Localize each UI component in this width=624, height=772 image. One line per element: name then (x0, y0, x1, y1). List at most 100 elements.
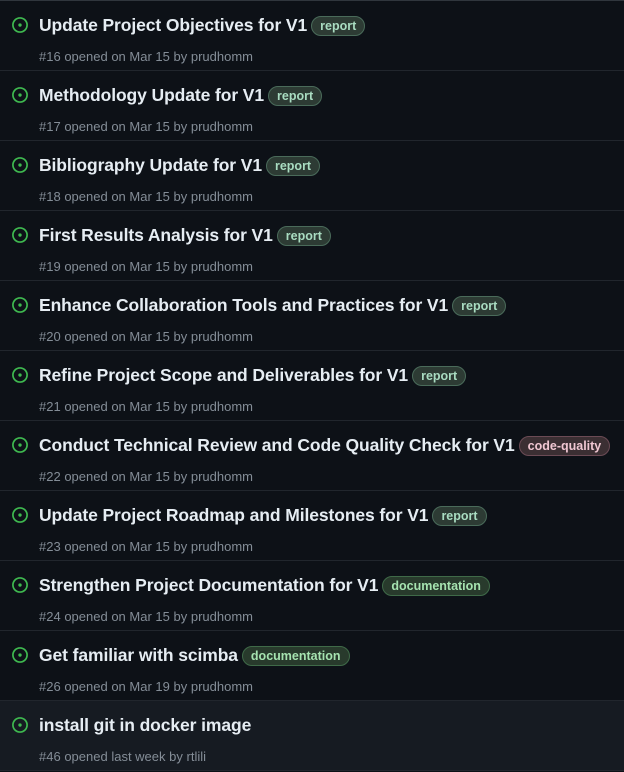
issue-by-text: by (173, 189, 188, 204)
issue-opened-text: opened on Mar 15 (64, 49, 170, 64)
issue-row[interactable]: Strengthen Project Documentation for V1 … (0, 561, 624, 631)
issue-title-line: Refine Project Scope and Deliverables fo… (39, 365, 616, 386)
issue-opened-text: opened on Mar 15 (64, 539, 170, 554)
issue-opened-icon (11, 716, 29, 734)
issue-title-line: Conduct Technical Review and Code Qualit… (39, 435, 616, 456)
issue-title-line: Strengthen Project Documentation for V1 … (39, 575, 616, 596)
issue-number: #22 (39, 469, 61, 484)
issue-opened-text: opened on Mar 15 (64, 329, 170, 344)
issue-author-link[interactable]: prudhomm (191, 469, 253, 484)
issue-author-link[interactable]: prudhomm (191, 329, 253, 344)
issue-author-link[interactable]: prudhomm (191, 399, 253, 414)
issue-opened-icon (11, 436, 29, 454)
issue-row[interactable]: Bibliography Update for V1 report #18 op… (0, 141, 624, 211)
issue-label[interactable]: report (276, 225, 331, 246)
issue-author-link[interactable]: prudhomm (191, 679, 253, 694)
issue-title-link[interactable]: Update Project Roadmap and Milestones fo… (39, 505, 429, 526)
issue-title-line: Methodology Update for V1 report (39, 85, 616, 106)
issue-meta: #21 opened on Mar 15 by prudhomm (39, 399, 253, 414)
issue-title-link[interactable]: Enhance Collaboration Tools and Practice… (39, 295, 448, 316)
issue-by-text: by (173, 679, 188, 694)
issue-meta: #20 opened on Mar 15 by prudhomm (39, 329, 253, 344)
issue-title-link[interactable]: install git in docker image (39, 715, 251, 736)
issue-opened-icon (11, 16, 29, 34)
issue-by-text: by (173, 329, 188, 344)
issue-label[interactable]: report (452, 295, 507, 316)
issue-meta: #16 opened on Mar 15 by prudhomm (39, 49, 253, 64)
issue-opened-icon (11, 576, 29, 594)
issue-number: #26 (39, 679, 61, 694)
issue-by-text: by (173, 609, 188, 624)
issue-row[interactable]: First Results Analysis for V1 report #19… (0, 211, 624, 281)
issue-title-link[interactable]: Refine Project Scope and Deliverables fo… (39, 365, 408, 386)
issue-row[interactable]: Refine Project Scope and Deliverables fo… (0, 351, 624, 421)
issue-author-link[interactable]: prudhomm (191, 259, 253, 274)
issue-label[interactable]: documentation (382, 575, 490, 596)
issue-by-text: by (173, 399, 188, 414)
issue-label[interactable]: code-quality (518, 435, 611, 456)
issue-row[interactable]: Update Project Roadmap and Milestones fo… (0, 491, 624, 561)
issue-opened-text: opened on Mar 15 (64, 259, 170, 274)
issue-title-link[interactable]: Conduct Technical Review and Code Qualit… (39, 435, 515, 456)
issue-opened-icon (11, 506, 29, 524)
issue-author-link[interactable]: rtlili (187, 749, 207, 764)
issue-title-line: Update Project Roadmap and Milestones fo… (39, 505, 616, 526)
issue-by-text: by (173, 119, 188, 134)
issue-label[interactable]: documentation (241, 645, 350, 666)
issue-opened-text: opened on Mar 15 (64, 609, 170, 624)
issue-number: #23 (39, 539, 61, 554)
issue-title-line: install git in docker image (39, 715, 616, 736)
issue-number: #16 (39, 49, 61, 64)
issue-opened-icon (11, 366, 29, 384)
issue-label[interactable]: report (265, 155, 321, 176)
issue-row[interactable]: Methodology Update for V1 report #17 ope… (0, 71, 624, 141)
issue-opened-text: opened last week (64, 749, 166, 764)
issue-row[interactable]: Enhance Collaboration Tools and Practice… (0, 281, 624, 351)
issue-number: #21 (39, 399, 61, 414)
issue-label[interactable]: report (412, 365, 467, 386)
issue-row[interactable]: install git in docker image #46 opened l… (0, 701, 624, 771)
issue-number: #20 (39, 329, 61, 344)
issue-list: Update Project Objectives for V1 report … (0, 0, 624, 772)
issue-label[interactable]: report (311, 15, 366, 36)
issue-title-link[interactable]: First Results Analysis for V1 (39, 225, 273, 246)
issue-title-link[interactable]: Update Project Objectives for V1 (39, 15, 307, 36)
issue-row[interactable]: Get familiar with scimba documentation #… (0, 631, 624, 701)
issue-opened-text: opened on Mar 15 (64, 399, 170, 414)
issue-label[interactable]: report (268, 85, 323, 106)
issue-opened-icon (11, 296, 29, 314)
issue-by-text: by (169, 749, 183, 764)
issue-title-line: Bibliography Update for V1 report (39, 155, 616, 176)
issue-row[interactable]: Conduct Technical Review and Code Qualit… (0, 421, 624, 491)
issue-opened-icon (11, 646, 29, 664)
issue-author-link[interactable]: prudhomm (191, 119, 253, 134)
issue-title-line: Update Project Objectives for V1 report (39, 15, 616, 36)
issue-meta: #24 opened on Mar 15 by prudhomm (39, 609, 253, 624)
issue-number: #19 (39, 259, 61, 274)
issue-by-text: by (173, 259, 188, 274)
issue-author-link[interactable]: prudhomm (191, 609, 253, 624)
issue-meta: #46 opened last week by rtlili (39, 749, 206, 764)
issue-meta: #17 opened on Mar 15 by prudhomm (39, 119, 253, 134)
issue-title-link[interactable]: Bibliography Update for V1 (39, 155, 262, 176)
issue-author-link[interactable]: prudhomm (191, 189, 253, 204)
issue-author-link[interactable]: prudhomm (191, 49, 253, 64)
issue-number: #18 (39, 189, 61, 204)
issue-meta: #18 opened on Mar 15 by prudhomm (39, 189, 253, 204)
issue-opened-text: opened on Mar 15 (64, 189, 170, 204)
issue-title-link[interactable]: Strengthen Project Documentation for V1 (39, 575, 378, 596)
issue-title-link[interactable]: Get familiar with scimba (39, 645, 238, 666)
issue-title-link[interactable]: Methodology Update for V1 (39, 85, 264, 106)
issue-row[interactable]: Update Project Objectives for V1 report … (0, 1, 624, 71)
issue-opened-text: opened on Mar 15 (64, 469, 170, 484)
issue-number: #24 (39, 609, 61, 624)
issue-opened-text: opened on Mar 15 (64, 119, 170, 134)
issue-opened-icon (11, 226, 29, 244)
issue-author-link[interactable]: prudhomm (191, 539, 253, 554)
issue-number: #46 (39, 749, 61, 764)
issue-meta: #22 opened on Mar 15 by prudhomm (39, 469, 253, 484)
issue-title-line: Get familiar with scimba documentation (39, 645, 616, 666)
issue-number: #17 (39, 119, 61, 134)
issue-opened-icon (11, 156, 29, 174)
issue-label[interactable]: report (432, 505, 487, 526)
